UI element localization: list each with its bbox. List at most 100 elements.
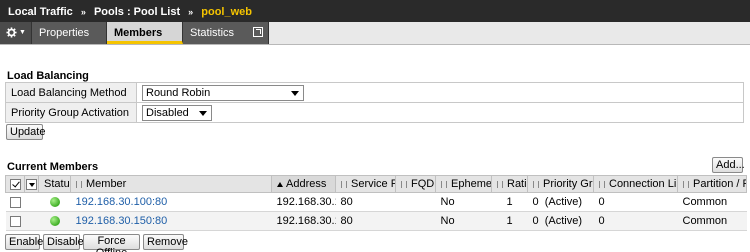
address-cell: 192.168.30.100: [271, 192, 336, 212]
breadcrumb: Local Traffic » Pools : Pool List » pool…: [0, 0, 750, 22]
fqdn-cell: [395, 192, 436, 212]
priority-group-cell: Disabled: [136, 102, 744, 123]
priority-group-select[interactable]: Disabled: [142, 104, 212, 121]
partition-cell: Common: [677, 211, 747, 231]
column-resize-icon: [401, 180, 407, 188]
load-balancing-title: Load Balancing: [7, 70, 89, 82]
ephemeral-cell: No: [435, 211, 492, 231]
popout-icon[interactable]: [253, 27, 263, 37]
column-header-priority-group[interactable]: Priority Group: [527, 175, 594, 193]
service-port-cell: 80: [335, 192, 396, 212]
select-all-cell: [5, 175, 25, 193]
load-balancing-method-cell: Round Robin: [136, 82, 744, 103]
member-link[interactable]: 192.168.30.150:80: [76, 215, 168, 227]
gear-menu-button[interactable]: ▼: [0, 22, 32, 44]
status-available-icon: [49, 197, 60, 208]
column-resize-icon: [533, 180, 539, 188]
status-cell: [38, 211, 71, 231]
row-spacer-cell: [24, 192, 39, 212]
column-header-priority-group-label: Priority Group: [543, 178, 593, 190]
members-header-row: Status Member Address Service Port FQDN …: [5, 175, 747, 193]
table-row: 192.168.30.100:80 192.168.30.100 80 No 1…: [5, 192, 747, 212]
gear-icon: [6, 27, 17, 38]
connection-limit-cell: 0: [593, 192, 678, 212]
column-header-fqdn-label: FQDN: [411, 178, 435, 190]
load-balancing-method-select[interactable]: Round Robin: [142, 84, 304, 101]
column-header-ephemeral[interactable]: Ephemeral: [435, 175, 492, 193]
partition-cell: Common: [677, 192, 747, 212]
column-resize-icon: [441, 180, 447, 188]
chevron-down-icon: ▼: [19, 28, 26, 36]
update-button[interactable]: Update: [6, 124, 45, 140]
address-cell: 192.168.30.150: [271, 211, 336, 231]
breadcrumb-item-pool-list[interactable]: Pools : Pool List: [94, 6, 180, 18]
tab-statistics[interactable]: Statistics: [183, 22, 269, 44]
breadcrumb-item-local-traffic[interactable]: Local Traffic: [8, 6, 73, 18]
tab-statistics-label: Statistics: [190, 27, 235, 39]
table-row: 192.168.30.150:80 192.168.30.150 80 No 1…: [5, 211, 747, 231]
select-menu-cell: [24, 175, 39, 193]
priority-group-cell: 0 (Active): [527, 192, 594, 212]
column-resize-icon: [497, 180, 503, 188]
column-header-ratio-label: Ratio: [507, 178, 527, 190]
ratio-cell: 1: [491, 192, 528, 212]
column-header-ephemeral-label: Ephemeral: [451, 178, 492, 190]
status-available-icon: [49, 216, 60, 227]
column-header-fqdn[interactable]: FQDN: [395, 175, 436, 193]
load-balancing-method-row: Load Balancing Method Round Robin: [5, 82, 744, 103]
service-port-cell: 80: [335, 211, 396, 231]
column-header-connection-limit-label: Connection Limit: [609, 178, 677, 190]
column-header-address-label: Address: [286, 178, 327, 190]
column-header-service-port[interactable]: Service Port: [335, 175, 396, 193]
column-header-address[interactable]: Address: [271, 175, 336, 193]
tab-properties[interactable]: Properties: [32, 22, 107, 44]
row-checkbox-cell: [5, 211, 25, 231]
priority-group-cell: 0 (Active): [527, 211, 594, 231]
status-cell: [38, 192, 71, 212]
row-spacer-cell: [24, 211, 39, 231]
sort-ascending-icon: [277, 181, 283, 187]
priority-group-label: Priority Group Activation: [5, 102, 137, 123]
row-checkbox[interactable]: [9, 215, 21, 227]
fqdn-cell: [395, 211, 436, 231]
member-cell: 192.168.30.100:80: [70, 192, 272, 212]
ephemeral-cell: No: [435, 192, 492, 212]
column-header-service-port-label: Service Port: [351, 178, 395, 190]
current-members-title: Current Members: [7, 161, 99, 173]
select-all-checkbox[interactable]: [9, 178, 21, 190]
force-offline-button[interactable]: Force Offline: [83, 234, 140, 252]
column-resize-icon: [76, 180, 82, 188]
priority-group-row: Priority Group Activation Disabled: [5, 102, 744, 123]
column-header-member[interactable]: Member: [70, 175, 272, 193]
disable-button[interactable]: Disable: [43, 234, 84, 250]
chevron-down-icon: [291, 90, 299, 96]
load-balancing-method-label: Load Balancing Method: [5, 82, 137, 103]
column-header-connection-limit[interactable]: Connection Limit: [593, 175, 678, 193]
ratio-cell: 1: [491, 211, 528, 231]
member-link[interactable]: 192.168.30.100:80: [76, 196, 168, 208]
column-resize-icon: [683, 180, 689, 188]
tab-members[interactable]: Members: [107, 22, 183, 44]
column-header-partition[interactable]: Partition / Path: [677, 175, 747, 193]
row-checkbox-cell: [5, 192, 25, 212]
column-resize-icon: [599, 180, 605, 188]
add-member-button[interactable]: Add...: [712, 157, 745, 173]
column-resize-icon: [341, 180, 347, 188]
column-header-member-label: Member: [86, 178, 127, 190]
column-header-status[interactable]: Status: [38, 175, 71, 193]
chevron-down-icon: [199, 110, 207, 116]
column-header-ratio[interactable]: Ratio: [491, 175, 528, 193]
breadcrumb-separator: »: [188, 7, 194, 17]
breadcrumb-item-current: pool_web: [201, 6, 252, 18]
member-cell: 192.168.30.150:80: [70, 211, 272, 231]
load-balancing-table: Load Balancing Method Round Robin Priori…: [5, 82, 744, 123]
remove-button[interactable]: Remove: [143, 234, 188, 250]
priority-group-value: Disabled: [146, 106, 189, 119]
tab-bar: ▼ Properties Members Statistics: [0, 22, 750, 45]
select-menu-dropdown[interactable]: [26, 178, 37, 190]
column-header-partition-label: Partition / Path: [693, 178, 746, 190]
row-checkbox[interactable]: [9, 196, 21, 208]
connection-limit-cell: 0: [593, 211, 678, 231]
enable-button[interactable]: Enable: [5, 234, 43, 250]
breadcrumb-separator: »: [80, 7, 86, 17]
